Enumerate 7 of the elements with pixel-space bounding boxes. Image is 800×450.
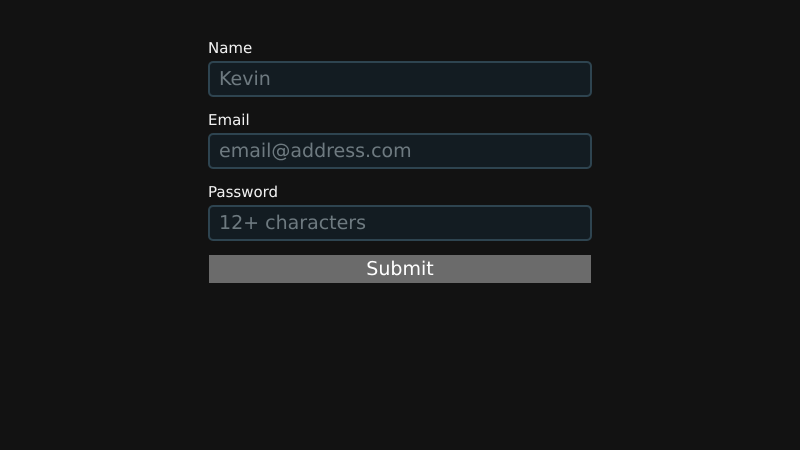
input-field[interactable]: email@address.com <box>208 133 592 169</box>
submit-button[interactable]: Submit <box>209 255 591 283</box>
field-label: Email <box>208 111 250 129</box>
field-label: Name <box>208 39 252 57</box>
field-label: Password <box>208 183 278 201</box>
input-field[interactable]: Kevin <box>208 61 592 97</box>
input-field[interactable]: 12+ characters <box>208 205 592 241</box>
